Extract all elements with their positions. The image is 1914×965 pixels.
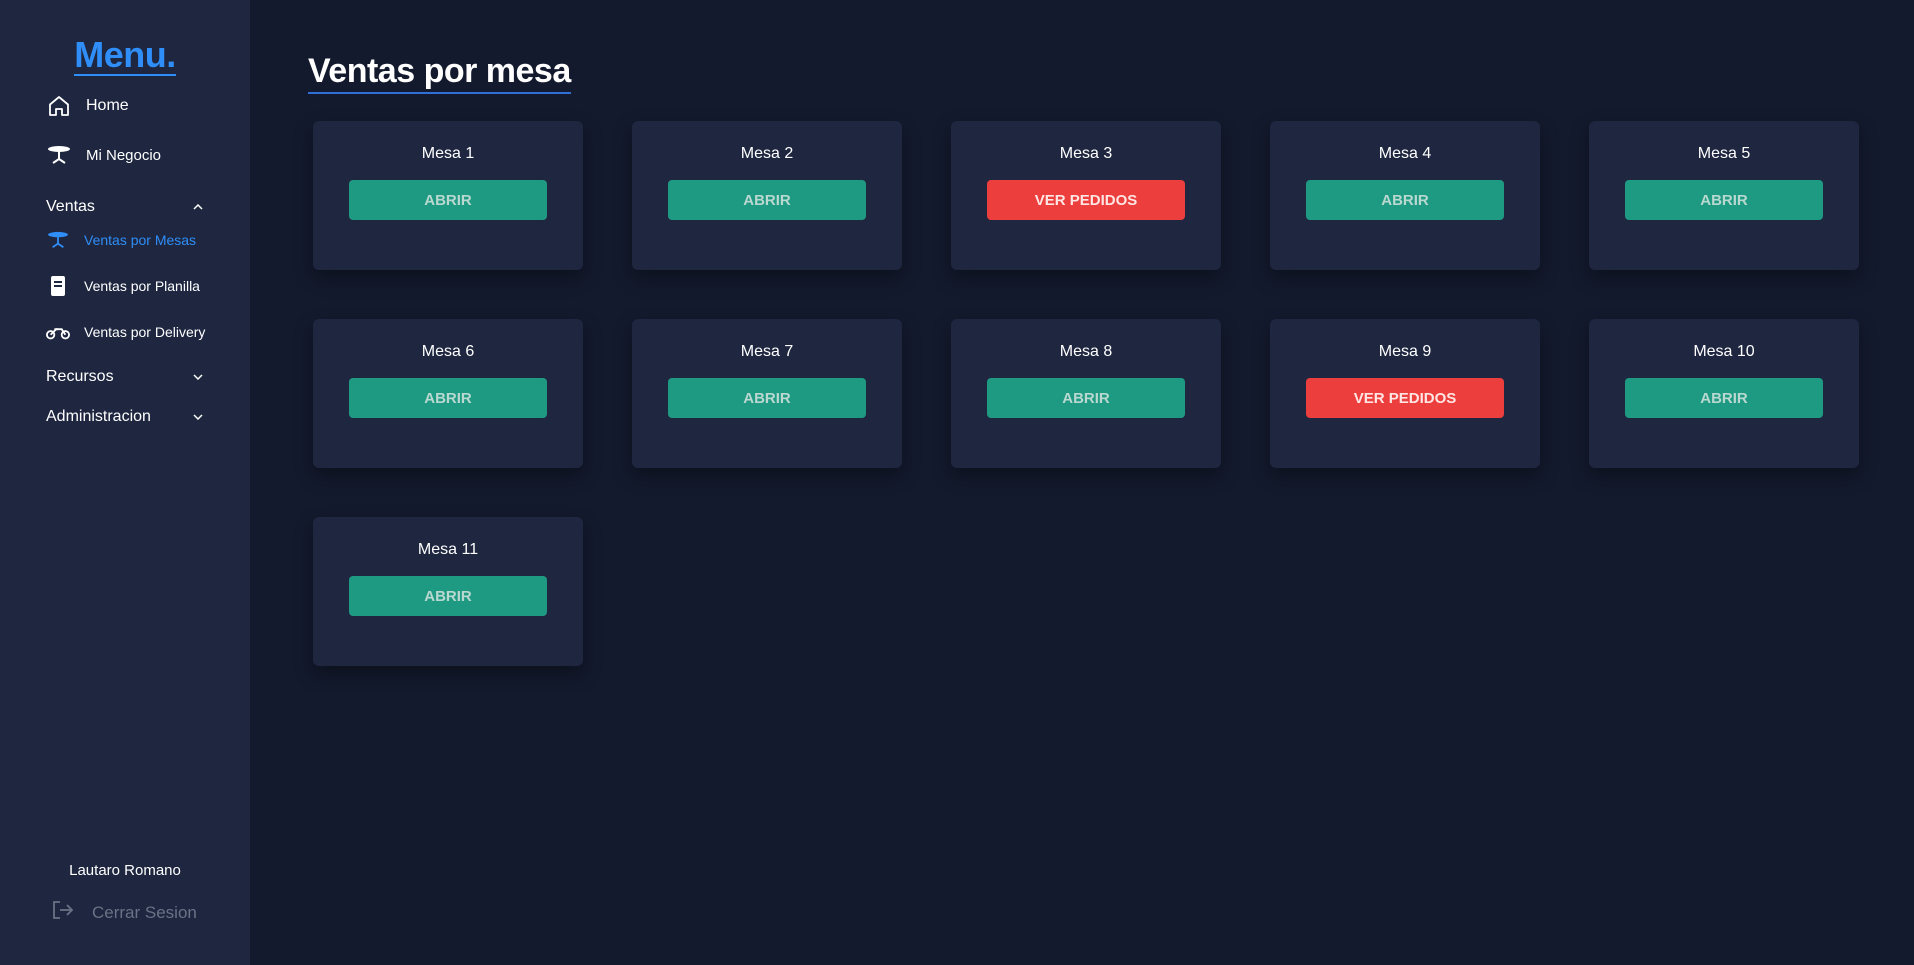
abrir-button[interactable]: ABRIR [668, 180, 866, 220]
section-recursos[interactable]: Recursos [46, 368, 204, 386]
user-name: Lautaro Romano [69, 862, 181, 879]
nav-mi-negocio[interactable]: Mi Negocio [46, 142, 161, 168]
abrir-button[interactable]: ABRIR [1625, 180, 1823, 220]
table-card-title: Mesa 10 [1693, 343, 1755, 360]
page-title: Ventas por mesa [308, 50, 571, 94]
sidebar: Menu. Home Mi Negocio Ventas Ventas por … [0, 0, 250, 965]
abrir-button[interactable]: ABRIR [349, 378, 547, 418]
nav-mi-negocio-label: Mi Negocio [86, 146, 162, 164]
table-card: Mesa 7 ABRIR [632, 319, 902, 468]
table-card-title: Mesa 3 [1059, 145, 1113, 162]
nav-ventas-por-planilla[interactable]: Ventas por Planilla [46, 274, 200, 298]
abrir-button[interactable]: ABRIR [668, 378, 866, 418]
abrir-button[interactable]: ABRIR [1306, 180, 1504, 220]
ver-pedidos-button[interactable]: VER PEDIDOS [987, 180, 1185, 220]
table-card: Mesa 5 ABRIR [1589, 121, 1859, 270]
section-recursos-label: Recursos [46, 368, 114, 385]
table-card-title: Mesa 2 [740, 145, 794, 162]
table-card: Mesa 2 ABRIR [632, 121, 902, 270]
table-card-title: Mesa 6 [421, 343, 475, 360]
table-card: Mesa 4 ABRIR [1270, 121, 1540, 270]
abrir-button[interactable]: ABRIR [987, 378, 1185, 418]
table-card-title: Mesa 7 [740, 343, 794, 360]
table-card: Mesa 3 VER PEDIDOS [951, 121, 1221, 270]
section-administracion-label: Administracion [46, 408, 151, 425]
section-ventas-label: Ventas [46, 198, 95, 215]
table-card: Mesa 9 VER PEDIDOS [1270, 319, 1540, 468]
chevron-down-icon [192, 411, 204, 423]
section-administracion[interactable]: Administracion [46, 408, 204, 426]
nav-home-label: Home [86, 97, 129, 114]
tables-grid: Mesa 1 ABRIR Mesa 2 ABRIR Mesa 3 VER PEDIDOS M… [313, 121, 1859, 666]
logout-label: Cerrar Sesion [92, 902, 197, 922]
nav-ventas-por-mesas[interactable]: Ventas por Mesas [46, 228, 196, 252]
nav-ventas-por-delivery-label: Ventas por Delivery [84, 324, 206, 340]
brand-text: Menu. [74, 34, 176, 76]
table-card-title: Mesa 11 [417, 541, 479, 558]
ver-pedidos-button[interactable]: VER PEDIDOS [1306, 378, 1504, 418]
phone-icon [46, 274, 70, 298]
abrir-button[interactable]: ABRIR [349, 576, 547, 616]
nav-ventas-por-mesas-label: Ventas por Mesas [84, 232, 197, 248]
chevron-down-icon [192, 371, 204, 383]
table-card: Mesa 11 ABRIR [313, 517, 583, 666]
nav-ventas-por-planilla-label: Ventas por Planilla [84, 278, 200, 294]
nav-ventas-por-delivery[interactable]: Ventas por Delivery [46, 320, 205, 344]
chevron-up-icon [192, 201, 204, 213]
brand-logo[interactable]: Menu. [0, 36, 250, 76]
logout-icon [52, 900, 74, 925]
table-card: Mesa 1 ABRIR [313, 121, 583, 270]
table-card-title: Mesa 5 [1697, 145, 1751, 162]
table-card-title: Mesa 4 [1378, 145, 1432, 162]
logout-button[interactable]: Cerrar Sesion [52, 900, 197, 925]
table-icon [46, 228, 70, 252]
table-card-title: Mesa 9 [1378, 343, 1432, 360]
table-card: Mesa 6 ABRIR [313, 319, 583, 468]
abrir-button[interactable]: ABRIR [349, 180, 547, 220]
nav-home[interactable]: Home [46, 93, 129, 119]
main-content: Ventas por mesa Mesa 1 ABRIR Mesa 2 ABRIR Me… [250, 0, 1914, 965]
table-card: Mesa 8 ABRIR [951, 319, 1221, 468]
home-icon [46, 93, 72, 119]
section-ventas[interactable]: Ventas [46, 198, 204, 216]
motorcycle-icon [46, 320, 70, 344]
abrir-button[interactable]: ABRIR [1625, 378, 1823, 418]
table-card: Mesa 10 ABRIR [1589, 319, 1859, 468]
table-icon [46, 142, 72, 168]
table-card-title: Mesa 1 [421, 145, 475, 162]
table-card-title: Mesa 8 [1059, 343, 1113, 360]
